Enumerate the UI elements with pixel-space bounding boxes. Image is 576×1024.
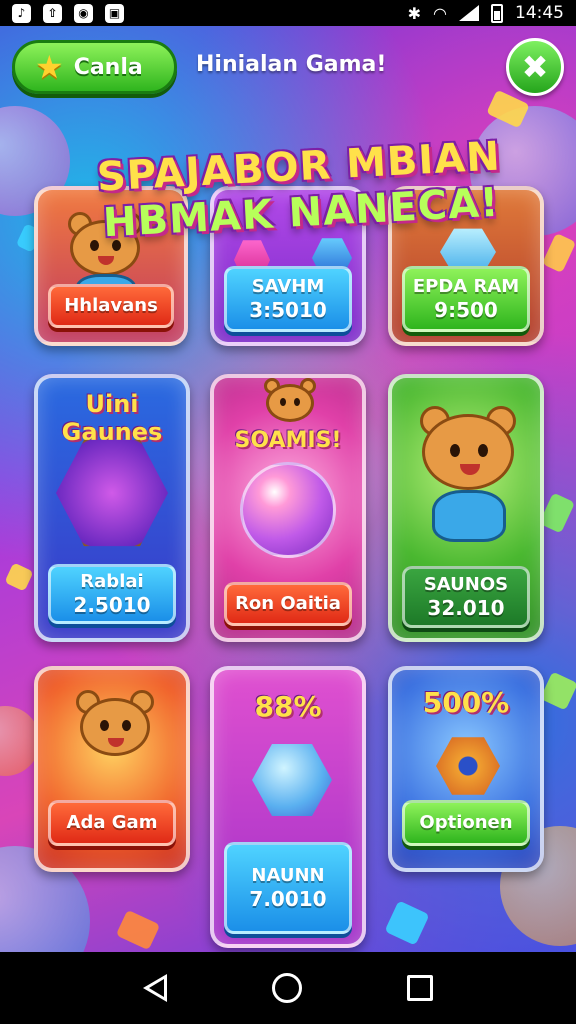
header-button-label: Canla bbox=[73, 54, 143, 80]
card-pill: Hhlavans bbox=[48, 284, 174, 328]
battery-icon bbox=[491, 3, 503, 23]
decor-candy bbox=[4, 562, 34, 592]
bear-character bbox=[260, 378, 324, 428]
close-button[interactable]: ✖ bbox=[506, 38, 564, 96]
card-heading: 500% bbox=[422, 686, 510, 719]
card-value: 9:500 bbox=[434, 298, 498, 322]
game-card-5[interactable]: SOAMIS! Ron Oaitia bbox=[210, 374, 366, 642]
status-bar: ♪ ⇧ ◉ ▣ ✱ ◠ 14:45 bbox=[0, 0, 576, 26]
status-left-icons: ♪ ⇧ ◉ ▣ bbox=[12, 3, 124, 23]
card-pill: NAUNN 7.0010 bbox=[224, 842, 352, 934]
card-pill: SAUNOS 32.010 bbox=[402, 566, 530, 628]
card-value: 32.010 bbox=[427, 596, 505, 620]
media-icon: ◉ bbox=[74, 3, 93, 23]
signal-icon bbox=[459, 5, 479, 21]
game-menu-screen: ★ Canla Hinialan Gama! ✖ Hhlavans SAVHM … bbox=[0, 26, 576, 952]
page-title: Hinialan Gama! bbox=[196, 52, 387, 77]
game-card-7[interactable]: Ada Gam bbox=[34, 666, 190, 872]
close-icon: ✖ bbox=[521, 48, 549, 86]
header-green-button[interactable]: ★ Canla bbox=[12, 40, 177, 94]
decor-candy bbox=[539, 671, 576, 711]
orb-icon bbox=[240, 462, 336, 558]
status-right-icons: ✱ ◠ 14:45 bbox=[408, 3, 564, 23]
status-clock: 14:45 bbox=[515, 3, 564, 23]
card-heading: SOAMIS! bbox=[234, 428, 342, 453]
card-label: SAVHM bbox=[251, 276, 325, 297]
card-label: Ada Gam bbox=[66, 812, 158, 833]
treasure-box-icon bbox=[56, 439, 168, 547]
card-pill: Optionen bbox=[402, 800, 530, 846]
card-pill: Rablai 2.5010 bbox=[48, 564, 176, 624]
card-label: Hhlavans bbox=[64, 295, 158, 316]
game-card-4[interactable]: Uini Gaunes Rablai 2.5010 bbox=[34, 374, 190, 642]
card-pill: EPDA RAM 9:500 bbox=[402, 266, 530, 332]
gem-icon bbox=[252, 744, 332, 816]
card-value: 3:5010 bbox=[249, 298, 327, 322]
decor-candy bbox=[538, 492, 576, 534]
card-value: 2.5010 bbox=[73, 593, 151, 617]
system-nav-bar bbox=[0, 952, 576, 1024]
card-label: SAUNOS bbox=[423, 574, 509, 595]
card-pill: Ada Gam bbox=[48, 800, 176, 846]
star-icon: ★ bbox=[35, 48, 64, 86]
home-icon[interactable] bbox=[271, 973, 302, 1003]
bear-character bbox=[74, 690, 158, 790]
recents-icon[interactable] bbox=[407, 975, 434, 1001]
wifi-icon: ◠ bbox=[433, 3, 447, 23]
game-card-6[interactable]: SAUNOS 32.010 bbox=[388, 374, 544, 642]
card-heading: 88% bbox=[254, 690, 322, 723]
card-label: Rablai bbox=[80, 571, 144, 592]
card-label: Ron Oaitia bbox=[235, 593, 341, 614]
card-label: Optionen bbox=[419, 812, 513, 833]
card-pill: Ron Oaitia bbox=[224, 582, 352, 626]
card-value: 7.0010 bbox=[249, 887, 327, 911]
back-icon[interactable] bbox=[142, 974, 167, 1002]
bluetooth-icon: ✱ bbox=[407, 3, 422, 23]
gallery-icon: ▣ bbox=[105, 3, 124, 23]
decor-candy bbox=[384, 900, 430, 946]
card-pill: SAVHM 3:5010 bbox=[224, 266, 352, 332]
upload-icon: ⇧ bbox=[43, 3, 62, 23]
decor-candy bbox=[541, 232, 576, 274]
tiktok-icon: ♪ bbox=[12, 3, 31, 23]
game-card-9[interactable]: 500% Optionen bbox=[388, 666, 544, 872]
coin-icon bbox=[436, 737, 500, 795]
bear-character bbox=[416, 406, 524, 556]
decor-candy bbox=[115, 909, 161, 951]
card-heading: Uini Gaunes bbox=[61, 390, 163, 446]
card-label: EPDA RAM bbox=[412, 276, 520, 297]
game-card-8[interactable]: 88% NAUNN 7.0010 bbox=[210, 666, 366, 948]
card-label: NAUNN bbox=[251, 865, 325, 886]
